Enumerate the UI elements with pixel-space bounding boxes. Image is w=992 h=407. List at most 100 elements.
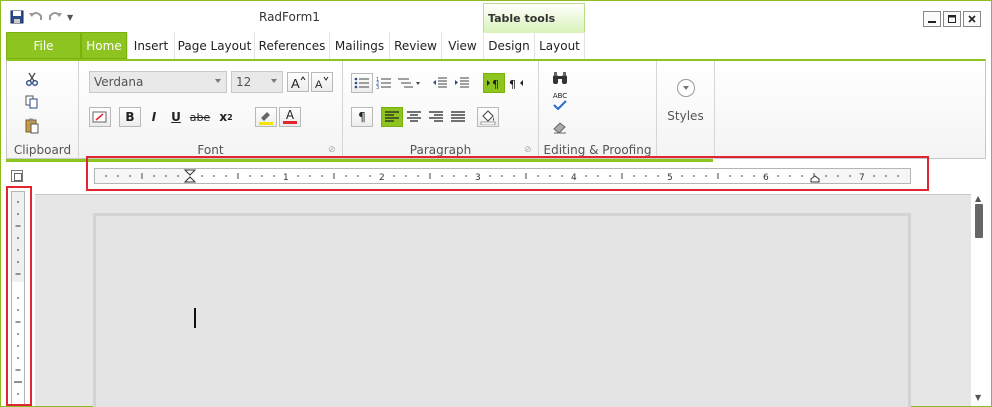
spell-check-button[interactable]: ABC — [549, 91, 571, 111]
maximize-icon — [948, 15, 956, 23]
rtl-button[interactable]: ¶ — [505, 73, 527, 93]
paste-icon[interactable] — [21, 116, 43, 136]
highlight-horizontal-ruler — [86, 156, 929, 191]
increase-indent-icon — [455, 77, 469, 88]
pilcrow-icon: ¶ — [358, 110, 366, 124]
ribbon: Clipboard Verdana 12 A A B I U abe x 2 A… — [6, 59, 986, 159]
justify-icon — [451, 111, 465, 122]
group-label-paragraph: Paragraph — [409, 143, 472, 157]
highlight-vertical-ruler — [6, 186, 32, 406]
clear-formatting-button[interactable] — [89, 107, 111, 127]
scrollbar-thumb[interactable] — [975, 204, 983, 238]
window-controls — [923, 11, 981, 27]
paint-bucket-icon — [480, 110, 496, 125]
styles-dropdown-icon[interactable] — [675, 78, 697, 98]
multilevel-list-button[interactable] — [395, 73, 423, 93]
bullets-button[interactable] — [351, 73, 373, 93]
scroll-down-icon[interactable]: ▼ — [975, 393, 981, 402]
numbering-icon: 123 — [376, 77, 391, 90]
grow-font-button[interactable]: A — [287, 72, 309, 92]
grow-font-icon: A — [291, 76, 306, 89]
highlight-button[interactable] — [255, 107, 277, 127]
justify-button[interactable] — [447, 107, 469, 127]
tab-home[interactable]: Home — [81, 32, 127, 59]
increase-indent-button[interactable] — [451, 73, 473, 93]
tab-layout[interactable]: Layout — [534, 32, 585, 59]
align-right-icon — [429, 111, 443, 122]
font-family-value: Verdana — [94, 75, 144, 89]
show-formatting-button[interactable]: ¶ — [351, 107, 373, 127]
styles-button-label[interactable]: Styles — [657, 109, 714, 123]
tab-page-layout[interactable]: Page Layout — [174, 32, 254, 59]
svg-text:A: A — [315, 79, 323, 89]
align-center-button[interactable] — [403, 107, 425, 127]
align-left-button[interactable] — [381, 107, 403, 127]
group-clipboard: Clipboard — [7, 61, 79, 159]
group-editing-proofing: ABC Editing & Proofing — [539, 61, 657, 159]
font-family-combo[interactable]: Verdana — [89, 71, 227, 93]
context-tab-label: Table tools — [488, 12, 556, 25]
quick-access-toolbar: ▼ — [9, 9, 73, 25]
group-styles: Styles — [657, 61, 715, 159]
clear-formatting-icon — [92, 111, 107, 123]
minimize-button[interactable] — [923, 11, 941, 27]
cut-icon[interactable] — [21, 69, 43, 89]
close-icon — [968, 15, 976, 23]
ltr-button[interactable]: ¶ — [483, 73, 505, 93]
vertical-scrollbar[interactable]: ▲ ▼ — [972, 194, 987, 404]
superscript-icon: 2 — [227, 112, 233, 122]
dialog-launcher-icon[interactable]: ⊘ — [328, 145, 338, 155]
window-title: RadForm1 — [259, 10, 320, 24]
document-page[interactable] — [93, 213, 911, 407]
strikethrough-button[interactable]: abe — [187, 107, 213, 127]
find-icon[interactable] — [549, 69, 571, 89]
app-window: ▼ RadForm1 Table tools File Home Insert … — [0, 0, 992, 407]
tab-mailings[interactable]: Mailings — [329, 32, 389, 59]
group-label-editing: Editing & Proofing — [543, 143, 652, 157]
align-center-icon — [407, 111, 421, 122]
tab-insert[interactable]: Insert — [127, 32, 174, 59]
shading-button[interactable] — [477, 107, 499, 127]
superscript-button[interactable]: x2 — [215, 107, 237, 127]
highlighter-icon — [259, 112, 273, 125]
italic-button[interactable]: I — [143, 107, 165, 127]
undo-icon[interactable] — [28, 9, 44, 25]
text-caret — [194, 308, 196, 328]
decrease-indent-button[interactable] — [429, 73, 451, 93]
tab-design[interactable]: Design — [483, 32, 534, 59]
tab-view[interactable]: View — [441, 32, 483, 59]
font-color-swatch — [283, 121, 297, 124]
checkmark-icon — [553, 99, 567, 110]
font-size-value: 12 — [236, 75, 252, 89]
copy-icon[interactable] — [21, 92, 43, 112]
underline-button[interactable]: U — [165, 107, 187, 127]
svg-text:¶: ¶ — [492, 78, 499, 90]
dialog-launcher-icon[interactable]: ⊘ — [524, 145, 534, 155]
eraser-icon[interactable] — [549, 117, 571, 137]
chevron-down-icon — [215, 79, 221, 83]
font-size-combo[interactable]: 12 — [231, 71, 283, 93]
font-color-button[interactable]: A — [279, 107, 301, 127]
save-icon[interactable] — [9, 9, 25, 25]
group-label-clipboard: Clipboard — [13, 143, 72, 157]
tab-review[interactable]: Review — [389, 32, 441, 59]
redo-icon[interactable] — [47, 9, 63, 25]
close-button[interactable] — [963, 11, 981, 27]
bold-button[interactable]: B — [119, 107, 141, 127]
ruler-toggle-button[interactable] — [11, 170, 23, 182]
tab-file[interactable]: File — [6, 32, 81, 59]
decrease-indent-icon — [433, 77, 447, 88]
svg-text:¶: ¶ — [509, 78, 516, 90]
qat-dropdown-icon[interactable]: ▼ — [67, 13, 73, 22]
svg-text:3: 3 — [376, 85, 379, 90]
align-left-icon — [385, 111, 399, 122]
svg-text:A: A — [291, 76, 300, 89]
scroll-up-icon[interactable]: ▲ — [975, 194, 981, 203]
context-tab-table-tools: Table tools — [483, 3, 585, 33]
shrink-font-button[interactable]: A — [311, 72, 333, 92]
bullets-icon — [354, 77, 369, 89]
align-right-button[interactable] — [425, 107, 447, 127]
tab-references[interactable]: References — [254, 32, 329, 59]
maximize-button[interactable] — [943, 11, 961, 27]
numbering-button[interactable]: 123 — [373, 73, 395, 93]
